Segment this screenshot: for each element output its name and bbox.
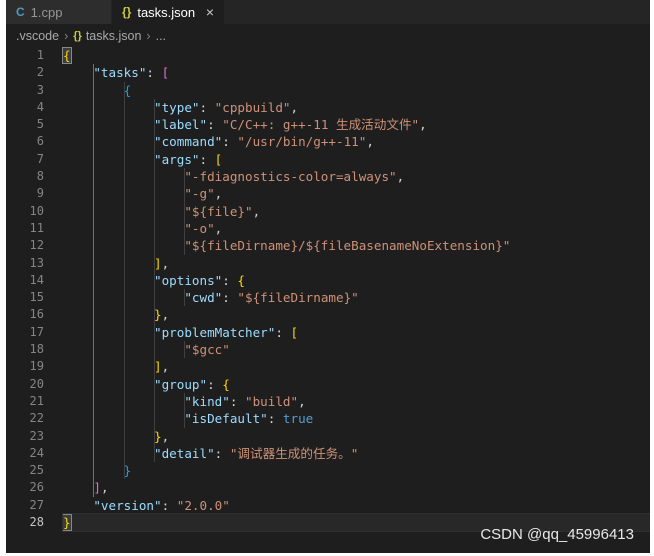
line-number: 10 [29,203,44,218]
line-number: 24 [29,445,44,460]
code-line[interactable]: "cwd": "${fileDirname}" [63,289,650,306]
code-line[interactable]: "$gcc" [63,341,650,358]
code-line[interactable]: "-o", [63,220,650,237]
code-line[interactable]: "-g", [63,185,650,202]
indent-guide [184,393,186,428]
line-number: 8 [36,169,44,184]
json-file-icon: {} [73,30,82,42]
code-line[interactable]: ], [63,358,650,375]
line-number: 28 [29,515,44,530]
code-line[interactable]: { [62,47,650,64]
code-line[interactable]: "args": [ [63,151,650,168]
line-number: 26 [29,480,44,495]
cpp-file-icon: C [16,5,25,19]
line-number: 7 [36,151,44,166]
code-line[interactable]: }, [63,428,650,445]
code-line[interactable]: "${file}", [63,203,650,220]
tab-label: tasks.json [137,4,196,20]
editor-window: C 1.cpp {} tasks.json × .vscode › {} tas… [6,0,650,553]
tab-bar: C 1.cpp {} tasks.json × [6,0,650,24]
code-line[interactable]: }, [63,306,650,323]
indent-guide [153,98,155,463]
code-line[interactable]: "options": { [63,272,650,289]
line-number: 5 [36,117,44,132]
indent-guide [184,289,186,307]
tab-label: 1.cpp [30,4,63,20]
code-line[interactable]: "command": "/usr/bin/g++-11", [63,133,650,150]
indent-guide [184,168,186,255]
code-line[interactable]: ], [63,479,650,496]
breadcrumb: .vscode › {} tasks.json › ... [6,26,650,46]
line-number: 23 [29,428,44,443]
code-line[interactable]: "kind": "build", [63,393,650,410]
line-number-gutter: 1 2 3 4 5 6 7 8 9 10 11 12 13 14 15 16 17 18 19 20 21 22 23 24 2… [6,47,44,531]
code-line[interactable]: { [63,82,650,99]
close-icon[interactable]: × [206,4,214,20]
chevron-right-icon: › [146,29,151,43]
breadcrumb-folder[interactable]: .vscode [16,29,59,43]
line-number: 18 [29,342,44,357]
line-number: 25 [29,463,44,478]
line-number: 14 [29,272,44,287]
line-number: 4 [36,99,44,114]
line-number: 15 [29,290,44,305]
line-number: 21 [29,393,44,408]
line-number: 22 [29,411,44,426]
line-number: 12 [29,238,44,253]
indent-guide [93,64,95,497]
line-number: 13 [29,255,44,270]
code-line[interactable]: "isDefault": true [63,410,650,427]
line-number: 11 [29,220,44,235]
tab-tasks-json[interactable]: {} tasks.json × [112,0,224,24]
code-line[interactable]: "${fileDirname}/${fileBasenameNoExtensio… [63,237,650,254]
indent-guide [123,81,125,480]
code-line[interactable]: "label": "C/C++: g++-11 生成活动文件", [63,116,650,133]
line-number: 27 [29,497,44,512]
chevron-right-icon: › [64,29,69,43]
code-area[interactable]: { "tasks": [ { "type": "cppbuild", "labe… [62,47,650,533]
line-number: 16 [29,307,44,322]
code-line[interactable]: "-fdiagnostics-color=always", [63,168,650,185]
line-number: 19 [29,359,44,374]
indent-guide [184,341,186,359]
line-number: 2 [36,65,44,80]
code-line[interactable]: "problemMatcher": [ [63,324,650,341]
code-line[interactable]: "version": "2.0.0" [63,497,650,514]
line-number: 17 [29,324,44,339]
line-number: 9 [36,186,44,201]
code-line[interactable]: "detail": "调试器生成的任务。" [63,445,650,462]
code-line[interactable]: "group": { [63,376,650,393]
line-number: 20 [29,376,44,391]
code-line[interactable]: } [63,462,650,479]
line-number: 1 [36,48,44,62]
code-editor[interactable]: 1 2 3 4 5 6 7 8 9 10 11 12 13 14 15 16 17 18 19 20 21 22 23 24 2… [6,47,650,553]
breadcrumb-trail[interactable]: ... [156,29,166,43]
line-number: 3 [36,82,44,97]
code-line[interactable]: "type": "cppbuild", [63,99,650,116]
breadcrumb-file[interactable]: tasks.json [86,29,142,43]
line-number: 6 [36,134,44,149]
code-line[interactable]: ], [63,255,650,272]
watermark: CSDN @qq_45996413 [480,526,634,543]
json-file-icon: {} [122,5,132,19]
code-line[interactable]: "tasks": [ [63,64,650,81]
tab-1-cpp[interactable]: C 1.cpp [6,0,112,24]
